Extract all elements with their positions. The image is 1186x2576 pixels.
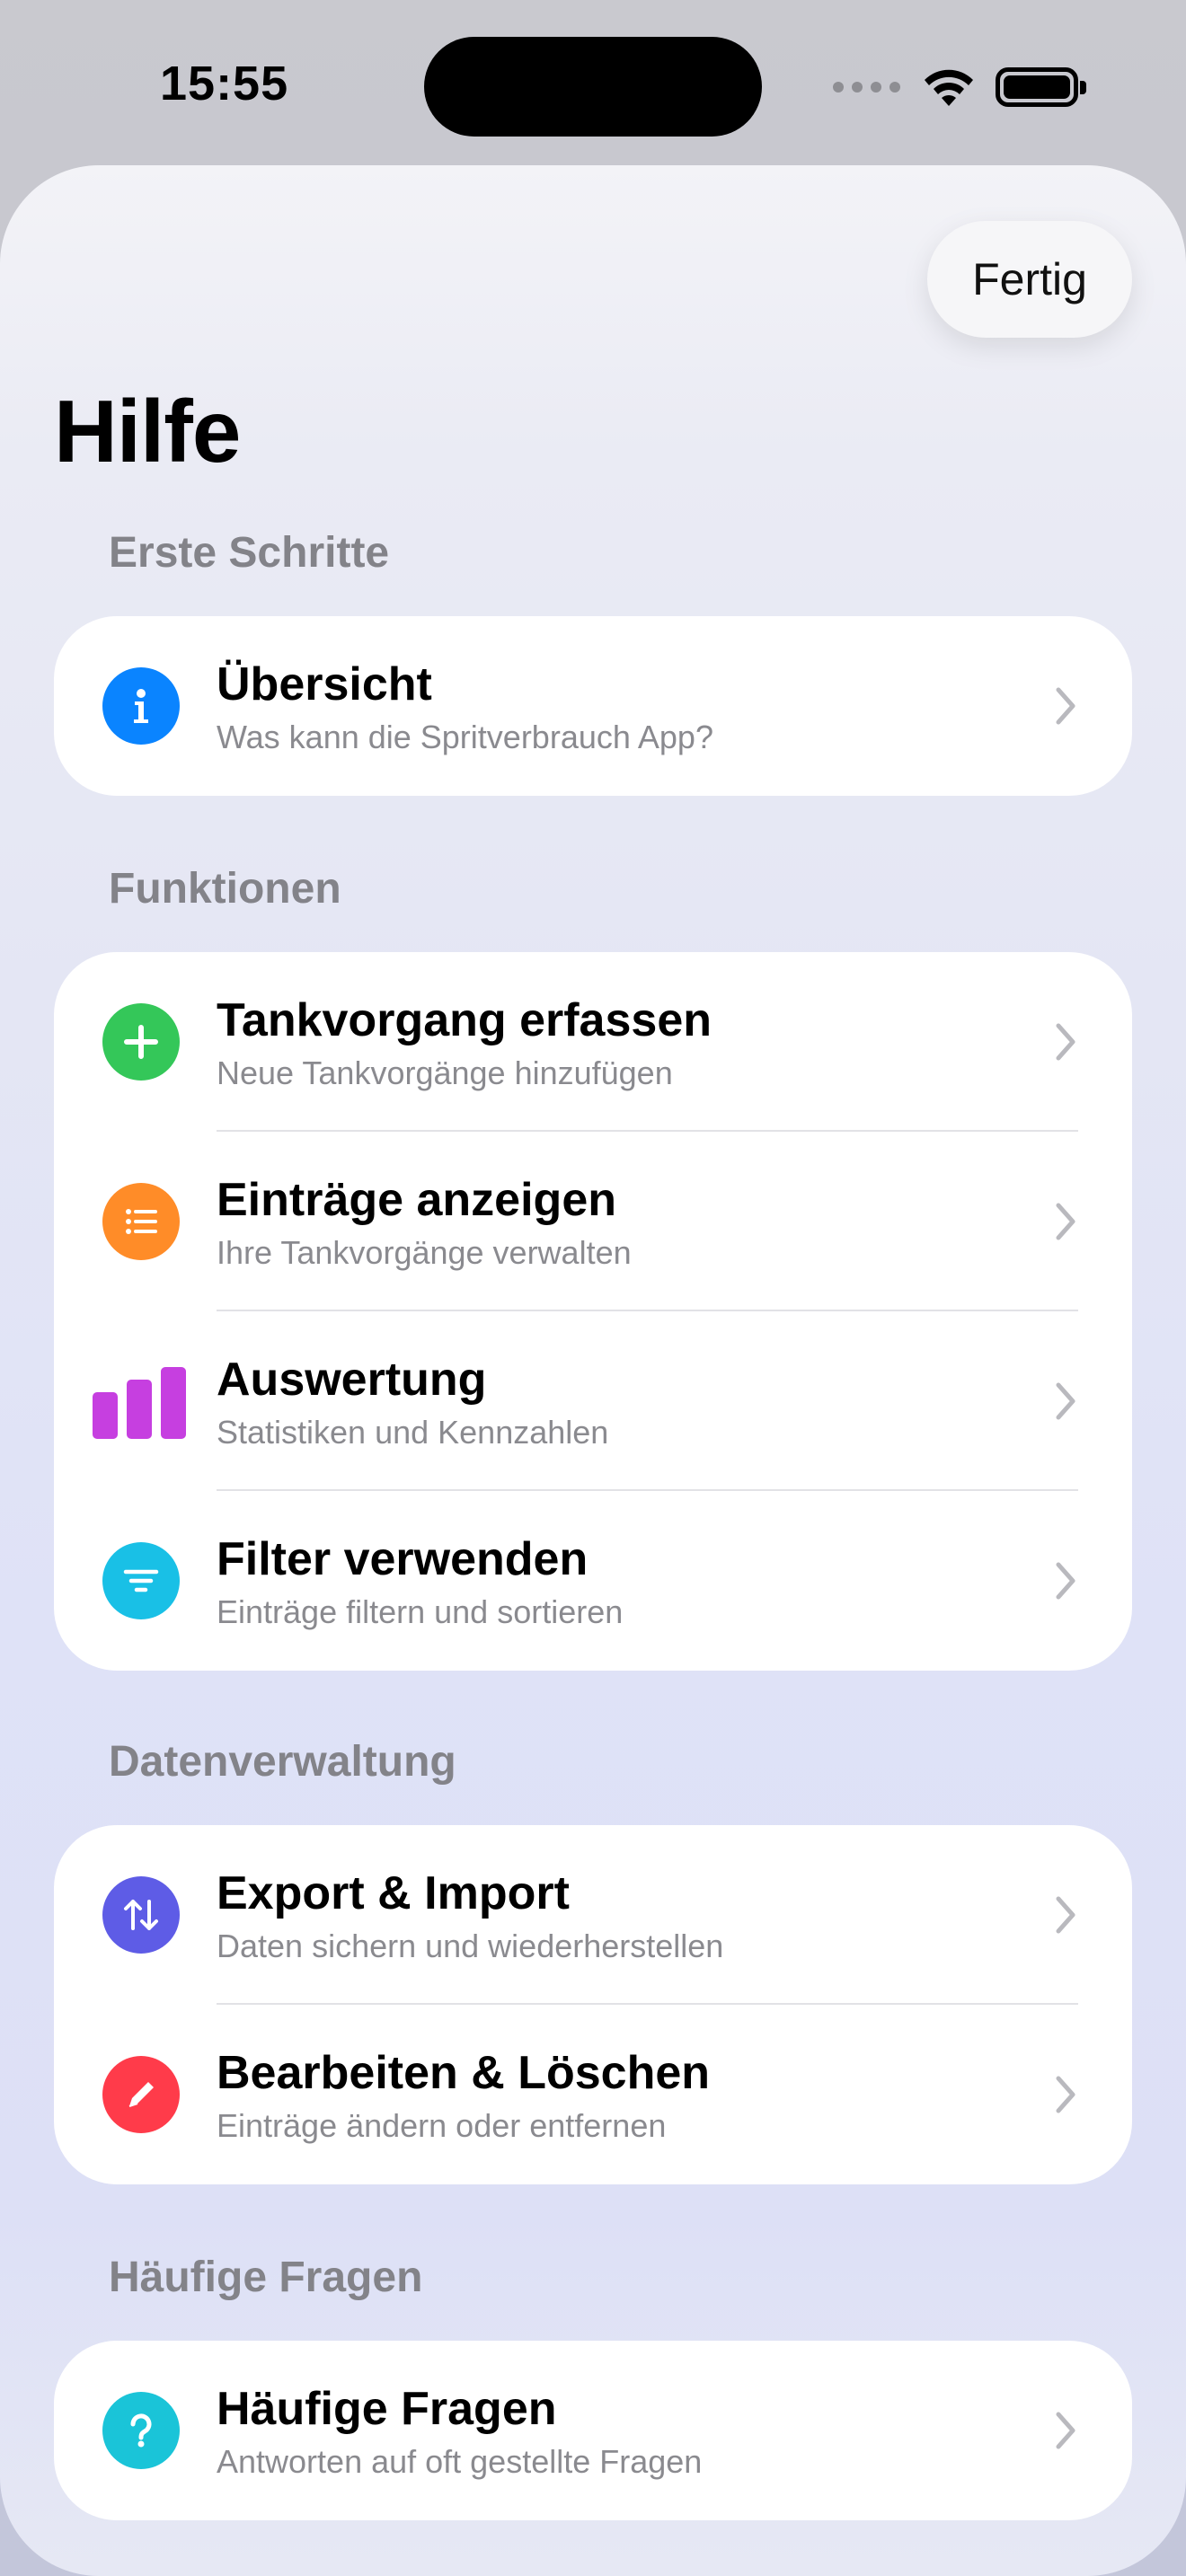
wifi-icon bbox=[925, 69, 973, 106]
list-item-subtitle: Einträge filtern und sortieren bbox=[217, 1593, 624, 1630]
list-item-subtitle: Einträge ändern oder entfernen bbox=[217, 2107, 667, 2144]
question-icon bbox=[102, 2392, 180, 2469]
card-features: Tankvorgang erfassen Neue Tankvorgänge h… bbox=[54, 952, 1132, 1671]
list-item-subtitle: Statistiken und Kennzahlen bbox=[217, 1414, 609, 1451]
done-button[interactable]: Fertig bbox=[927, 221, 1132, 338]
card-faq: Häufige Fragen Antworten auf oft gestell… bbox=[54, 2341, 1132, 2520]
list-icon bbox=[102, 1183, 180, 1260]
list-item-faq[interactable]: Häufige Fragen Antworten auf oft gestell… bbox=[54, 2341, 1132, 2520]
section-header-getting-started: Erste Schritte bbox=[109, 529, 390, 577]
list-item-edit-delete[interactable]: Bearbeiten & Löschen Einträge ändern ode… bbox=[54, 2005, 1132, 2184]
card-getting-started: Übersicht Was kann die Spritverbrauch Ap… bbox=[54, 616, 1132, 796]
status-time: 15:55 bbox=[160, 57, 289, 110]
list-item-title: Auswertung bbox=[217, 1354, 487, 1406]
info-icon bbox=[102, 667, 180, 745]
status-indicators bbox=[833, 63, 1086, 111]
list-item-subtitle: Antworten auf oft gestellte Fragen bbox=[217, 2443, 703, 2480]
cellular-signal-icon bbox=[833, 82, 900, 93]
list-item-title: Häufige Fragen bbox=[217, 2383, 557, 2435]
list-item-title: Übersicht bbox=[217, 658, 432, 710]
list-item-title: Export & Import bbox=[217, 1867, 570, 1919]
list-item-subtitle: Was kann die Spritverbrauch App? bbox=[217, 719, 713, 755]
chevron-right-icon bbox=[1056, 1382, 1075, 1420]
list-item-export-import[interactable]: Export & Import Daten sichern und wieder… bbox=[54, 1825, 1132, 2005]
arrows-up-down-icon bbox=[102, 1876, 180, 1954]
list-item-title: Bearbeiten & Löschen bbox=[217, 2047, 711, 2099]
chevron-right-icon bbox=[1056, 1203, 1075, 1240]
list-item-subtitle: Neue Tankvorgänge hinzufügen bbox=[217, 1054, 673, 1091]
page-title: Hilfe bbox=[54, 382, 241, 481]
chevron-right-icon bbox=[1056, 2412, 1075, 2449]
list-item-subtitle: Ihre Tankvorgänge verwalten bbox=[217, 1234, 632, 1271]
list-item-subtitle: Daten sichern und wiederherstellen bbox=[217, 1928, 724, 1964]
list-item-add-refuel[interactable]: Tankvorgang erfassen Neue Tankvorgänge h… bbox=[54, 952, 1132, 1132]
chevron-right-icon bbox=[1056, 1023, 1075, 1061]
list-item-statistics[interactable]: Auswertung Statistiken und Kennzahlen bbox=[54, 1311, 1132, 1491]
bar-chart-icon bbox=[93, 1367, 186, 1439]
dynamic-island bbox=[424, 37, 762, 137]
list-item-show-entries[interactable]: Einträge anzeigen Ihre Tankvorgänge verw… bbox=[54, 1132, 1132, 1311]
pencil-icon bbox=[102, 2056, 180, 2133]
filter-icon bbox=[102, 1542, 180, 1619]
chevron-right-icon bbox=[1056, 687, 1075, 725]
list-item-title: Einträge anzeigen bbox=[217, 1174, 616, 1226]
chevron-right-icon bbox=[1056, 1562, 1075, 1600]
card-data-management: Export & Import Daten sichern und wieder… bbox=[54, 1825, 1132, 2184]
section-header-data-management: Datenverwaltung bbox=[109, 1738, 456, 1786]
list-item-title: Tankvorgang erfassen bbox=[217, 994, 712, 1046]
battery-icon bbox=[996, 67, 1086, 107]
help-sheet: Fertig Hilfe Erste Schritte Übersicht Wa… bbox=[0, 165, 1186, 2576]
list-item-filter[interactable]: Filter verwenden Einträge filtern und so… bbox=[54, 1491, 1132, 1671]
list-item-overview[interactable]: Übersicht Was kann die Spritverbrauch Ap… bbox=[54, 616, 1132, 796]
section-header-faq: Häufige Fragen bbox=[109, 2254, 423, 2301]
section-header-features: Funktionen bbox=[109, 865, 341, 913]
list-item-title: Filter verwenden bbox=[217, 1533, 589, 1585]
chevron-right-icon bbox=[1056, 2076, 1075, 2113]
plus-icon bbox=[102, 1003, 180, 1081]
chevron-right-icon bbox=[1056, 1896, 1075, 1934]
